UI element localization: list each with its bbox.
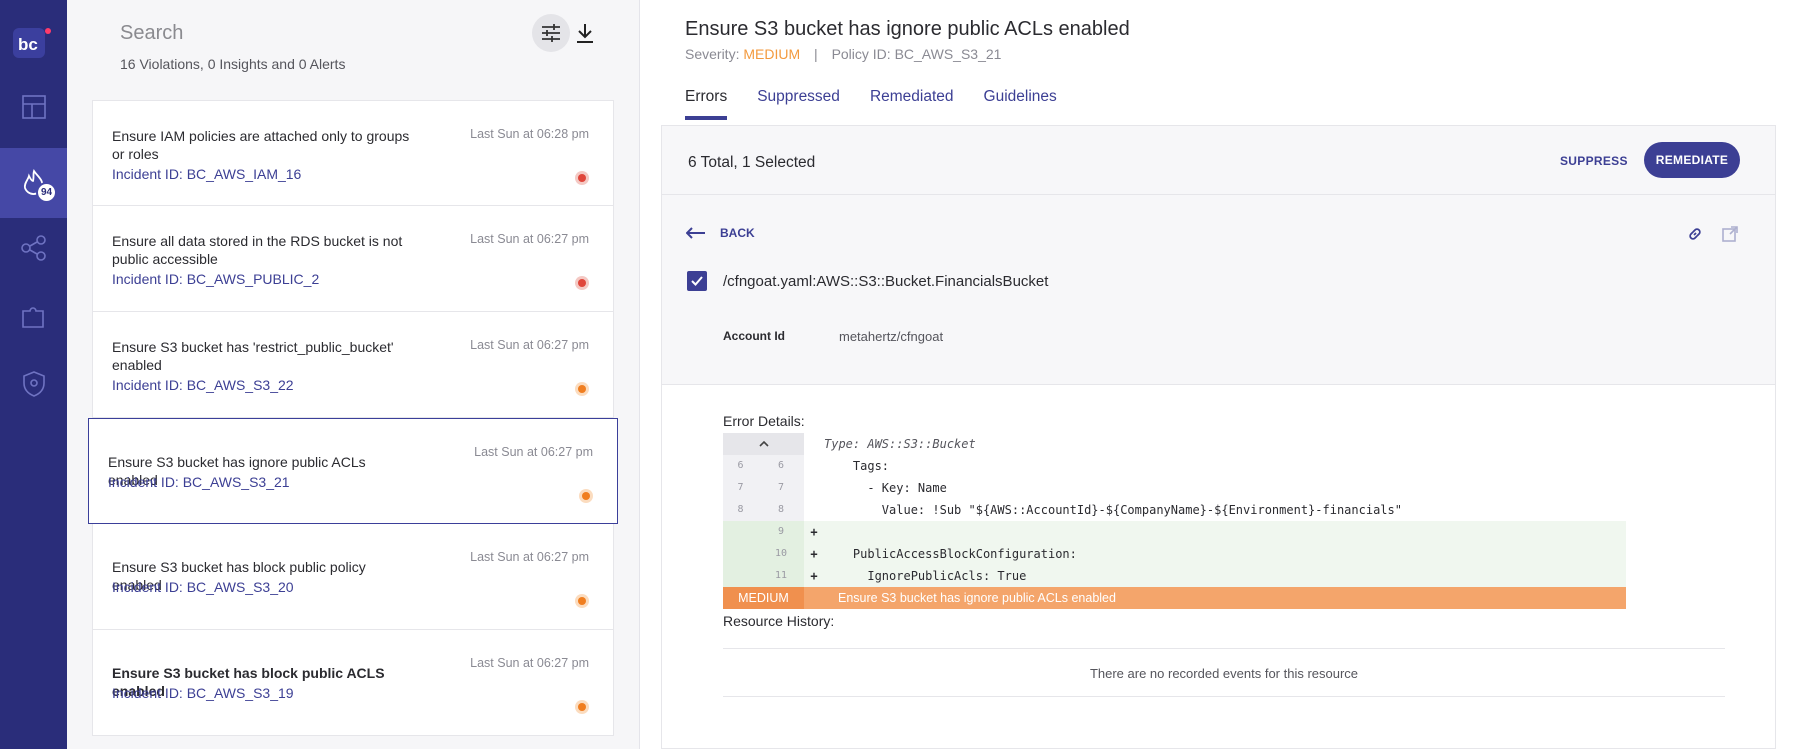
- code-line-added: 11 + IgnorePublicAcls: True: [723, 565, 1626, 587]
- incident-time: Last Sun at 06:27 pm: [470, 550, 589, 564]
- resource-checkbox[interactable]: [687, 271, 707, 291]
- incident-id: Incident ID: BC_AWS_S3_20: [112, 579, 294, 595]
- severity-medium-icon: [575, 700, 589, 714]
- puzzle-icon: [21, 307, 44, 328]
- incident-id: Incident ID: BC_AWS_PUBLIC_2: [112, 271, 320, 287]
- expand-lines-button[interactable]: [723, 433, 804, 455]
- security-nav-item[interactable]: [0, 349, 67, 419]
- incident-title: Ensure S3 bucket has 'restrict_public_bu…: [112, 339, 394, 373]
- incident-cards: Ensure IAM policies are attached only to…: [88, 100, 618, 736]
- policy-id: Policy ID: BC_AWS_S3_21: [831, 46, 1002, 62]
- chevron-up-icon: [758, 441, 769, 447]
- incident-card[interactable]: Ensure all data stored in the RDS bucket…: [92, 206, 614, 312]
- link-button[interactable]: [1687, 226, 1703, 247]
- severity-medium-icon: [575, 382, 589, 396]
- remediate-button[interactable]: REMEDIATE: [1644, 142, 1740, 178]
- divider: [723, 648, 1725, 649]
- graph-nav-item[interactable]: [0, 213, 67, 283]
- severity-medium-icon: [575, 594, 589, 608]
- policy-detail-panel: Ensure S3 bucket has ignore public ACLs …: [640, 0, 1793, 749]
- back-button[interactable]: BACK: [686, 226, 755, 240]
- resource-path: /cfngoat.yaml:AWS::S3::Bucket.Financials…: [723, 273, 1049, 290]
- code-line: 66 Tags:: [723, 455, 1626, 477]
- incident-card[interactable]: Ensure S3 bucket has block public policy…: [92, 524, 614, 630]
- download-button[interactable]: [572, 20, 598, 46]
- incident-time: Last Sun at 06:27 pm: [474, 445, 593, 459]
- check-icon: [691, 276, 703, 286]
- severity-high-icon: [575, 276, 589, 290]
- dashboard-nav-item[interactable]: [0, 72, 67, 142]
- sliders-icon: [542, 24, 560, 42]
- total-selected: 6 Total, 1 Selected: [688, 154, 816, 171]
- incident-time: Last Sun at 06:28 pm: [470, 127, 589, 141]
- severity-annotation-message: Ensure S3 bucket has ignore public ACLs …: [838, 591, 1116, 605]
- open-external-button[interactable]: [1722, 226, 1738, 247]
- incident-title: Ensure all data stored in the RDS bucket…: [112, 233, 403, 267]
- error-details-label: Error Details:: [723, 413, 805, 429]
- svg-text:bc: bc: [18, 35, 38, 54]
- filter-button[interactable]: [532, 14, 570, 52]
- no-events-message: There are no recorded events for this re…: [1089, 666, 1359, 681]
- back-label: BACK: [720, 226, 755, 240]
- policy-title: Ensure S3 bucket has ignore public ACLs …: [685, 18, 1130, 40]
- incident-id: Incident ID: BC_AWS_S3_19: [112, 685, 294, 701]
- resource-history-label: Resource History:: [723, 613, 835, 629]
- tab-errors[interactable]: Errors: [685, 88, 728, 120]
- code-header-row: Type: AWS::S3::Bucket: [723, 433, 1626, 455]
- incident-count-badge: 94: [36, 182, 57, 203]
- incident-time: Last Sun at 06:27 pm: [470, 338, 589, 352]
- search-input[interactable]: Search: [120, 22, 420, 45]
- error-details-section: Error Details: Type: AWS::S3::Bucket 66 …: [662, 385, 1775, 748]
- suppress-button[interactable]: SUPPRESS: [1560, 154, 1628, 168]
- bridgecrew-logo[interactable]: bc: [13, 26, 53, 60]
- incident-card[interactable]: Ensure S3 bucket has block public ACLS e…: [92, 630, 614, 736]
- incident-id: Incident ID: BC_AWS_IAM_16: [112, 166, 302, 182]
- severity-medium-icon: [579, 489, 593, 503]
- shield-icon: [22, 371, 45, 397]
- incident-time: Last Sun at 06:27 pm: [470, 232, 589, 246]
- meta-separator: |: [814, 46, 818, 62]
- code-line-added: 9 +: [723, 521, 1626, 543]
- integrations-nav-item[interactable]: [0, 281, 67, 351]
- divider: [723, 696, 1725, 697]
- severity-label: Severity:: [685, 46, 740, 62]
- code-header-text: Type: AWS::S3::Bucket: [824, 437, 976, 451]
- code-line: 77 - Key: Name: [723, 477, 1626, 499]
- share-nodes-icon: [20, 235, 46, 261]
- account-id-value: metahertz/cfngoat: [839, 329, 944, 344]
- severity-value: MEDIUM: [743, 46, 801, 62]
- incident-card[interactable]: Ensure IAM policies are attached only to…: [92, 100, 614, 206]
- detail-tabs: Errors Suppressed Remediated Guidelines: [685, 88, 1057, 120]
- tab-remediated[interactable]: Remediated: [870, 88, 954, 120]
- severity-annotation-label: MEDIUM: [723, 587, 804, 609]
- violations-summary: 16 Violations, 0 Insights and 0 Alerts: [120, 56, 346, 72]
- account-id-label: Account Id: [723, 329, 785, 343]
- incident-title: Ensure IAM policies are attached only to…: [112, 128, 410, 162]
- incident-card[interactable]: Ensure S3 bucket has 'restrict_public_bu…: [92, 312, 614, 418]
- incident-time: Last Sun at 06:27 pm: [470, 656, 589, 670]
- dashboard-icon: [21, 95, 46, 119]
- divider: [662, 194, 1775, 195]
- download-icon: [577, 24, 593, 43]
- severity-annotation-bar: MEDIUM Ensure S3 bucket has ignore publi…: [723, 587, 1626, 609]
- tab-guidelines[interactable]: Guidelines: [984, 88, 1057, 120]
- code-line-added: 10 + PublicAccessBlockConfiguration:: [723, 543, 1626, 565]
- code-diff: Type: AWS::S3::Bucket 66 Tags: 77 - Key:…: [723, 433, 1626, 609]
- incident-id: Incident ID: BC_AWS_S3_22: [112, 377, 294, 393]
- errors-panel: 6 Total, 1 Selected SUPPRESS REMEDIATE B…: [661, 125, 1776, 749]
- side-nav: bc 94: [0, 0, 67, 749]
- incidents-nav-item[interactable]: 94: [0, 148, 67, 218]
- link-icon: [1689, 228, 1701, 240]
- incident-card-selected[interactable]: Ensure S3 bucket has ignore public ACLs …: [88, 418, 618, 524]
- code-line: 88 Value: !Sub "${AWS::AccountId}-${Comp…: [723, 499, 1626, 521]
- external-link-icon: [1722, 226, 1738, 242]
- severity-high-icon: [575, 171, 589, 185]
- tab-suppressed[interactable]: Suppressed: [757, 88, 840, 120]
- policy-meta: Severity: MEDIUM | Policy ID: BC_AWS_S3_…: [685, 46, 1001, 62]
- incident-id: Incident ID: BC_AWS_S3_21: [108, 474, 290, 490]
- arrow-left-icon: [686, 227, 705, 239]
